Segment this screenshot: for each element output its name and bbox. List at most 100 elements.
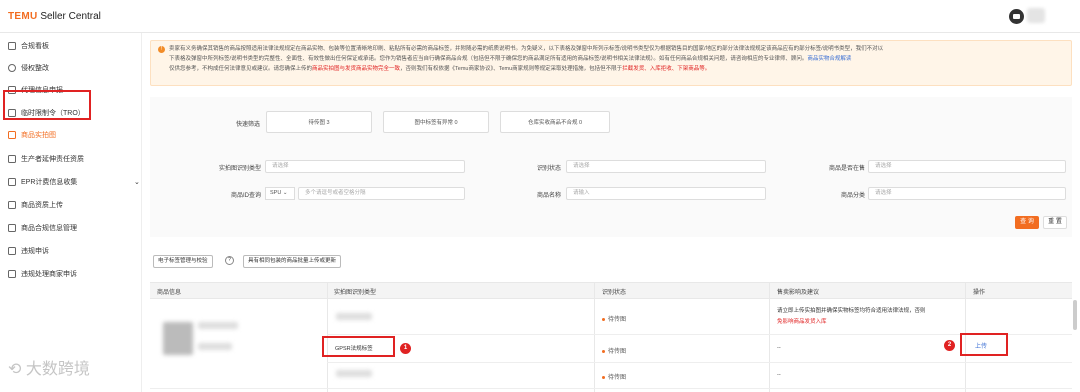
col-recognition-type: 实拍图识别类型 bbox=[334, 290, 377, 296]
top-bar: TEMU Seller Central bbox=[0, 0, 1080, 33]
annotation-highlight-action bbox=[960, 333, 1008, 356]
sidebar-item-label: 合规看板 bbox=[21, 43, 49, 50]
scrollbar[interactable] bbox=[1073, 300, 1077, 330]
sidebar-item-product-photos[interactable]: 商品实拍图 bbox=[8, 128, 56, 142]
reset-button[interactable]: 重 置 bbox=[1043, 216, 1067, 229]
camera-icon bbox=[8, 131, 16, 139]
sidebar-item-epr-billing[interactable]: EPR计费信息收集 bbox=[8, 175, 77, 189]
sidebar-item-compliance-dashboard[interactable]: 合规看板 bbox=[8, 39, 49, 53]
avatar[interactable] bbox=[1009, 9, 1024, 24]
recognition-status-label: 识别状态 bbox=[536, 166, 561, 172]
divider bbox=[150, 388, 1072, 389]
notice-highlight: 商品实拍图与发货商品实物完全一致 bbox=[312, 66, 401, 72]
product-id-label: 商品ID查询 bbox=[230, 193, 261, 199]
id-type-select[interactable]: SPU ⌄ bbox=[265, 187, 295, 200]
sidebar-item-qualification-upload[interactable]: 商品资质上传 bbox=[8, 198, 63, 212]
notice-link[interactable]: 商品实物合规解读 bbox=[807, 56, 851, 62]
message-icon bbox=[8, 247, 16, 255]
sidebar-item-label: 商品合规信息管理 bbox=[21, 225, 77, 232]
sidebar-item-infringement[interactable]: 侵权整改 bbox=[8, 61, 49, 75]
col-recognition-status: 识别状态 bbox=[602, 290, 627, 296]
product-id-input[interactable]: 多个请逗号或者空格分隔 bbox=[298, 187, 465, 200]
on-sale-label: 商品是否在售 bbox=[828, 166, 865, 172]
notice-text: ，否则我们有权依据《Temu商家协议》、Temu商家规则等规定采取处理措施，包括… bbox=[400, 66, 623, 72]
category-select[interactable]: 请选择 bbox=[868, 187, 1066, 200]
recognition-type-select[interactable]: 请选择 bbox=[265, 160, 465, 173]
batch-upload-button[interactable]: 具有相同包装的商品批量上传或更新 bbox=[243, 255, 342, 268]
folder-icon bbox=[8, 224, 16, 232]
dashboard-icon bbox=[8, 42, 16, 50]
sidebar-item-label: 侵权整改 bbox=[21, 65, 49, 72]
recognition-type-blurred bbox=[336, 313, 372, 320]
status-badge: 待传图 bbox=[602, 346, 626, 355]
annotation-number-2: 2 bbox=[944, 340, 955, 351]
divider bbox=[769, 282, 770, 392]
divider bbox=[594, 282, 595, 392]
annotation-highlight-type bbox=[322, 336, 395, 357]
brand-name: TEMU bbox=[8, 11, 38, 22]
advice-text: -- bbox=[777, 345, 781, 351]
advice-text: 免影响商品发货入库 bbox=[777, 317, 827, 325]
chevron-down-icon: ⌄ bbox=[282, 190, 288, 196]
status-badge: 待传图 bbox=[602, 372, 626, 381]
product-title-blurred bbox=[198, 322, 238, 329]
compliance-notice: ! 卖家有义务确保其销售的商品按照适用法律法规规定在商品实物、包装等位置清晰地印… bbox=[150, 40, 1072, 86]
file-icon bbox=[8, 178, 16, 186]
col-advice: 售卖影响及建议 bbox=[777, 290, 820, 296]
notice-line-1: 卖家有义务确保其销售的商品按照适用法律法规规定在商品实物、包装等位置清晰地印刷、… bbox=[169, 46, 884, 52]
status-badge: 待传图 bbox=[602, 314, 626, 323]
advice-text: 请立即上传实拍图并确保实物标签均符合适用法律法规，否则 bbox=[777, 306, 926, 314]
recognition-status-select[interactable]: 请选择 bbox=[566, 160, 766, 173]
user-icon bbox=[8, 155, 16, 163]
quick-filter-label-error[interactable]: 图中标签有异常 0 bbox=[383, 111, 489, 133]
electronic-label-button[interactable]: 电子标签管理与校验 bbox=[153, 255, 213, 268]
app-logo[interactable]: TEMU Seller Central bbox=[8, 11, 101, 22]
sidebar-item-label: 商品实拍图 bbox=[21, 132, 56, 139]
query-button[interactable]: 查 询 bbox=[1015, 216, 1039, 229]
id-type-value: SPU bbox=[270, 190, 282, 196]
product-thumbnail[interactable] bbox=[163, 322, 193, 355]
warning-icon: ! bbox=[158, 46, 165, 53]
help-icon[interactable]: ? bbox=[225, 256, 234, 265]
watermark: ⟲ 大数跨境 bbox=[8, 361, 90, 378]
quick-filter-warehouse-noncompliant[interactable]: 仓库实收商品不合规 0 bbox=[500, 111, 610, 133]
info-circle-icon bbox=[8, 64, 16, 72]
notice-text: 下表格及弹窗中所列标签/说明书类型的完整性、全面性、有效性做出任何保证或承诺。您… bbox=[169, 56, 808, 62]
advice-text: -- bbox=[777, 372, 781, 378]
app-title: Seller Central bbox=[40, 11, 101, 22]
message-icon bbox=[8, 270, 16, 278]
annotation-highlight-sidebar bbox=[3, 90, 91, 120]
recognition-type-label: 实拍图识别类型 bbox=[218, 166, 261, 172]
category-label: 商品分类 bbox=[840, 193, 865, 199]
recognition-type-blurred bbox=[336, 370, 372, 377]
advice-highlight: 免影响商品发货入库 bbox=[777, 319, 827, 325]
chevron-down-icon[interactable]: ⌄ bbox=[134, 178, 140, 186]
sidebar-item-merchant-appeal[interactable]: 违规处理商家申诉 bbox=[8, 267, 77, 281]
upload-icon bbox=[8, 201, 16, 209]
sidebar-item-label: 生产者延伸责任资质 bbox=[21, 156, 84, 163]
sidebar-item-label: 违规申诉 bbox=[21, 248, 49, 255]
sidebar-item-label: EPR计费信息收集 bbox=[21, 179, 78, 186]
watermark-text: 大数跨境 bbox=[25, 361, 90, 378]
product-name-label: 商品名称 bbox=[536, 193, 561, 199]
sidebar-item-epr-qualification[interactable]: 生产者延伸责任资质 bbox=[8, 152, 84, 166]
on-sale-select[interactable]: 请选择 bbox=[868, 160, 1066, 173]
notice-text: 仅供您参考，不构成任何法律意见或建议。请您确保上传的 bbox=[169, 66, 313, 72]
annotation-number-1: 1 bbox=[400, 343, 411, 354]
col-product-info: 商品信息 bbox=[157, 290, 182, 296]
notice-line-2: 下表格及弹窗中所列标签/说明书类型的完整性、全面性、有效性做出任何保证或承诺。您… bbox=[169, 55, 1069, 63]
sidebar-item-label: 商品资质上传 bbox=[21, 202, 63, 209]
account-name-blurred[interactable] bbox=[1027, 8, 1045, 23]
notice-highlight: 拦截发货、入库拒收、下架商品等。 bbox=[622, 66, 711, 72]
advice-part: 请立即上传实拍图并确保实物标签均符合适用法律法规，否则 bbox=[777, 308, 926, 314]
product-id-blurred bbox=[198, 343, 232, 350]
sidebar-item-appeal[interactable]: 违规申诉 bbox=[8, 244, 49, 258]
quick-filter-label: 快速筛选 bbox=[235, 122, 260, 128]
product-name-input[interactable]: 请输入 bbox=[566, 187, 766, 200]
col-actions: 操作 bbox=[973, 290, 986, 296]
quick-filter-pending-upload[interactable]: 待传图 3 bbox=[266, 111, 372, 133]
divider bbox=[327, 362, 1072, 363]
sidebar-item-compliance-info[interactable]: 商品合规信息管理 bbox=[8, 221, 77, 235]
notice-line-3: 仅供您参考，不构成任何法律意见或建议。请您确保上传的商品实拍图与发货商品实物完全… bbox=[169, 65, 1069, 73]
sidebar-item-label: 违规处理商家申诉 bbox=[21, 271, 77, 278]
